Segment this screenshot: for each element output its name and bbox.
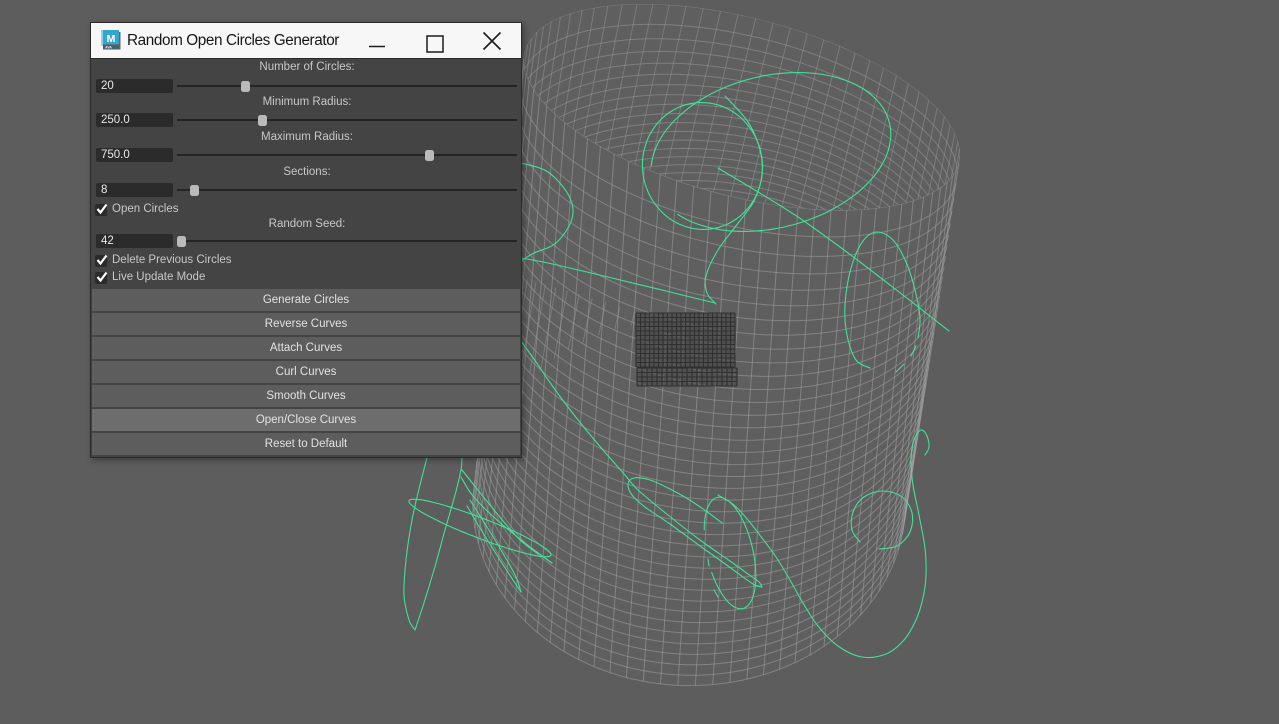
svg-text:AVA: AVA: [105, 46, 112, 50]
svg-text:M: M: [107, 33, 116, 45]
